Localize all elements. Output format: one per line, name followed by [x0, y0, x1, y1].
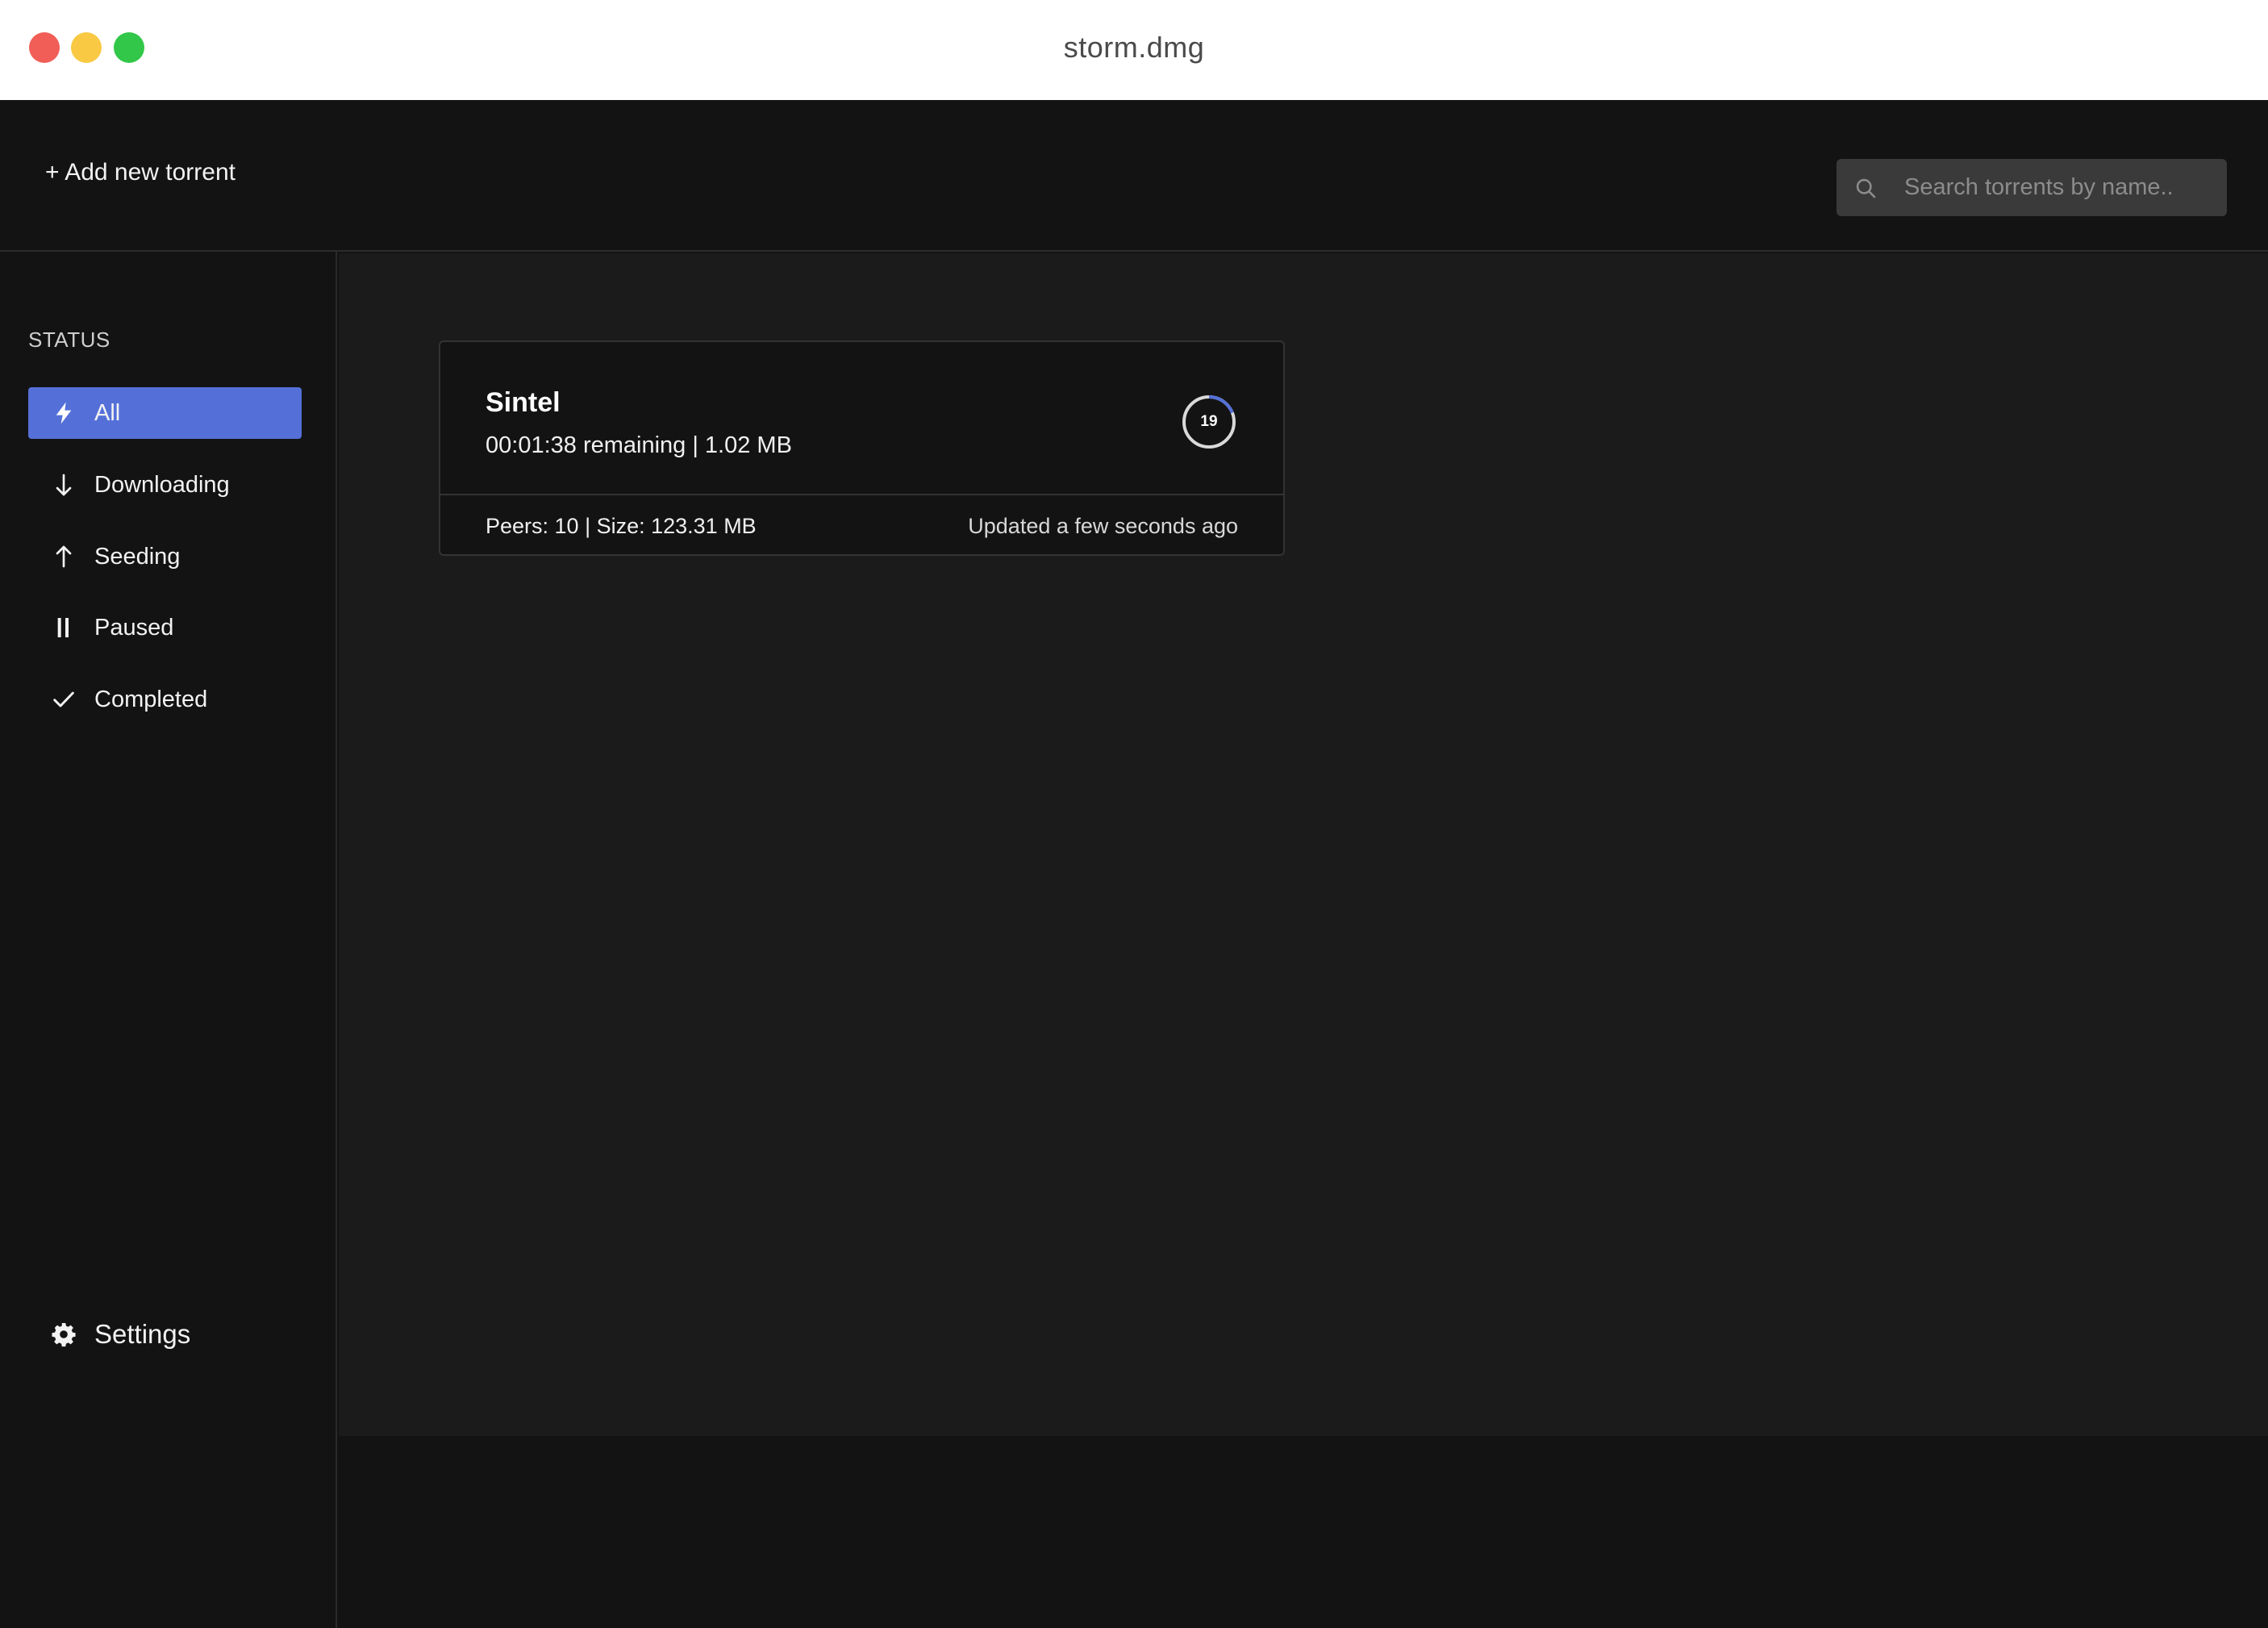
- torrent-name: Sintel: [486, 387, 561, 418]
- arrow-up-icon: [56, 545, 72, 568]
- window-title-bar: storm.dmg: [0, 0, 2268, 100]
- pause-icon: [57, 618, 69, 637]
- bolt-icon: [56, 402, 72, 424]
- torrent-list-area: Sintel 00:01:38 remaining | 1.02 MB 19 P…: [339, 253, 2268, 1436]
- sidebar-item-paused[interactable]: Paused: [28, 602, 302, 653]
- sidebar-item-all[interactable]: All: [28, 387, 302, 439]
- window-title: storm.dmg: [1063, 31, 1205, 64]
- add-torrent-button[interactable]: + Add new torrent: [45, 159, 236, 186]
- torrent-updated: Updated a few seconds ago: [968, 514, 1238, 538]
- sidebar-item-seeding[interactable]: Seeding: [28, 531, 302, 582]
- arrow-down-icon: [56, 474, 72, 496]
- sidebar-item-label: Completed: [94, 686, 208, 712]
- status-heading: STATUS: [28, 328, 110, 352]
- sidebar-item-label: Downloading: [94, 471, 230, 498]
- sidebar-item-label: Seeding: [94, 543, 181, 570]
- sidebar: STATUS All Downloading Seeding Paused Co…: [0, 252, 337, 1628]
- sidebar-item-downloading[interactable]: Downloading: [28, 459, 302, 511]
- settings-label: Settings: [94, 1319, 191, 1349]
- progress-percent: 19: [1200, 413, 1218, 430]
- search-input[interactable]: [1903, 159, 2217, 216]
- progress-ring: 19: [1181, 394, 1237, 450]
- sidebar-item-label: Paused: [94, 614, 174, 641]
- sidebar-item-label: All: [94, 399, 121, 426]
- settings-button[interactable]: Settings: [28, 1309, 302, 1360]
- sidebar-item-completed[interactable]: Completed: [28, 674, 302, 725]
- search-icon: [1856, 178, 1876, 198]
- check-icon: [53, 691, 74, 708]
- card-divider: [440, 494, 1283, 495]
- gear-icon: [52, 1323, 76, 1347]
- search-box[interactable]: [1836, 159, 2227, 216]
- app-header: + Add new torrent: [0, 100, 2268, 252]
- torrent-peers-size: Peers: 10 | Size: 123.31 MB: [486, 514, 757, 538]
- torrent-card[interactable]: Sintel 00:01:38 remaining | 1.02 MB 19 P…: [439, 340, 1285, 556]
- torrent-remaining: 00:01:38 remaining | 1.02 MB: [486, 432, 792, 458]
